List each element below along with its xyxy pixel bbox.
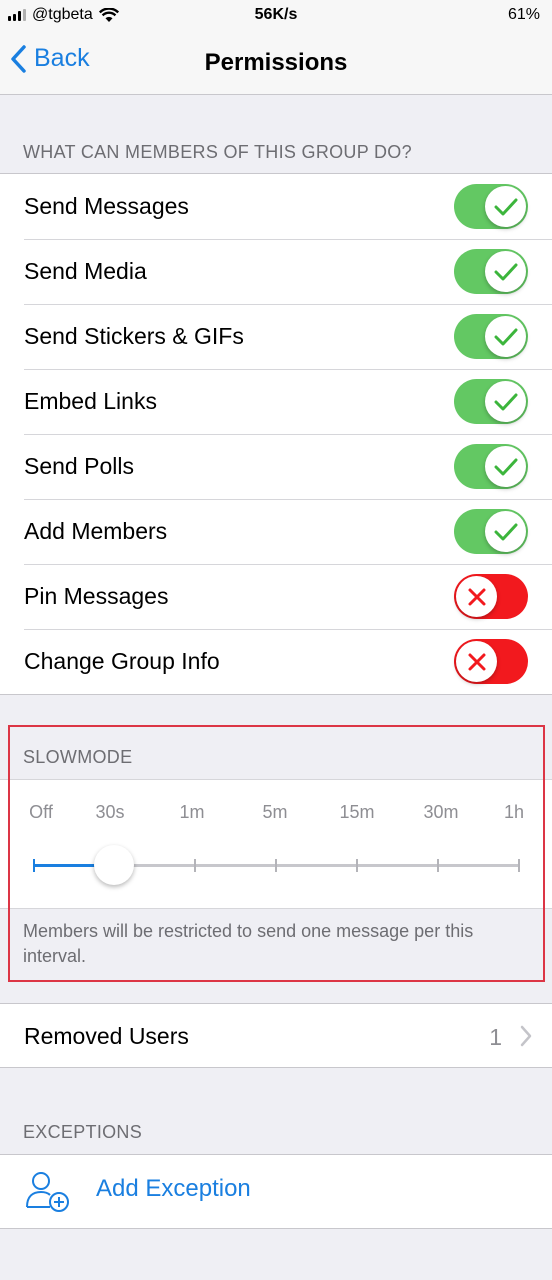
slowmode-option-label: Off <box>29 802 53 822</box>
permission-row-add-members: Add Members <box>0 499 552 564</box>
embed-links-toggle[interactable] <box>454 379 528 424</box>
slowmode-slider-card: Off 30s 1m 5m 15m 30m 1h <box>0 779 552 909</box>
permission-label: Add Members <box>24 518 168 544</box>
permissions-list: Send Messages Send Media Send Stickers &… <box>0 173 552 695</box>
add-user-icon <box>26 1172 69 1212</box>
removed-users-count: 1 <box>489 1024 502 1050</box>
permission-row-send-messages: Send Messages <box>0 174 552 239</box>
slowmode-option-label: 30s <box>95 802 125 822</box>
slider-tick <box>518 859 520 872</box>
pin-messages-toggle[interactable] <box>454 574 528 619</box>
add-exception-row[interactable]: Add Exception <box>0 1154 552 1229</box>
slowmode-option-label: 5m <box>262 802 288 822</box>
network-speed: 56K/s <box>254 6 298 23</box>
exceptions-header: EXCEPTIONS <box>23 1122 143 1142</box>
permission-label: Send Messages <box>24 193 189 219</box>
status-bar: @tgbeta 56K/s 61% <box>0 0 552 30</box>
slider-tick <box>194 859 196 872</box>
add-exception-label: Add Exception <box>96 1175 251 1202</box>
slowmode-header: SLOWMODE <box>23 747 133 767</box>
permission-label: Send Media <box>24 258 147 284</box>
slider-tick <box>356 859 358 872</box>
slider-thumb[interactable] <box>94 845 134 885</box>
checkmark-icon <box>494 393 517 410</box>
permission-row-pin-messages: Pin Messages <box>0 564 552 629</box>
checkmark-icon <box>494 263 517 280</box>
send-stickers-toggle[interactable] <box>454 314 528 359</box>
permission-row-send-polls: Send Polls <box>0 434 552 499</box>
send-media-toggle[interactable] <box>454 249 528 294</box>
cross-icon <box>468 588 485 605</box>
permission-label: Send Stickers & GIFs <box>24 323 244 349</box>
checkmark-icon <box>494 523 517 540</box>
change-group-info-toggle[interactable] <box>454 639 528 684</box>
slowmode-description: Members will be restricted to send one m… <box>23 921 474 966</box>
removed-users-row[interactable]: Removed Users 1 <box>0 1003 552 1068</box>
slider-tick <box>33 859 35 872</box>
slowmode-option-label: 1h <box>503 802 525 822</box>
slowmode-option-label: 1m <box>179 802 205 822</box>
navigation-bar: Back Permissions <box>0 30 552 95</box>
checkmark-icon <box>494 328 517 345</box>
permission-label: Pin Messages <box>24 583 169 609</box>
checkmark-icon <box>494 198 517 215</box>
permission-row-change-group-info: Change Group Info <box>0 629 552 694</box>
slowmode-option-label: 15m <box>339 802 375 822</box>
add-members-toggle[interactable] <box>454 509 528 554</box>
permission-label: Change Group Info <box>24 648 220 674</box>
cross-icon <box>468 653 485 670</box>
permission-row-embed-links: Embed Links <box>0 369 552 434</box>
slowmode-option-label: 30m <box>423 802 459 822</box>
page-title: Permissions <box>204 49 348 76</box>
checkmark-icon <box>494 458 517 475</box>
slider-tick <box>275 859 277 872</box>
permission-label: Embed Links <box>24 388 157 414</box>
battery-level: 61% <box>507 6 540 23</box>
permission-row-send-stickers: Send Stickers & GIFs <box>0 304 552 369</box>
chevron-right-icon <box>520 1025 532 1047</box>
permission-label: Send Polls <box>24 453 134 479</box>
slider-tick <box>437 859 439 872</box>
removed-users-label: Removed Users <box>24 1023 189 1049</box>
send-messages-toggle[interactable] <box>454 184 528 229</box>
send-polls-toggle[interactable] <box>454 444 528 489</box>
permission-row-send-media: Send Media <box>0 239 552 304</box>
permissions-header: WHAT CAN MEMBERS OF THIS GROUP DO? <box>23 142 412 162</box>
